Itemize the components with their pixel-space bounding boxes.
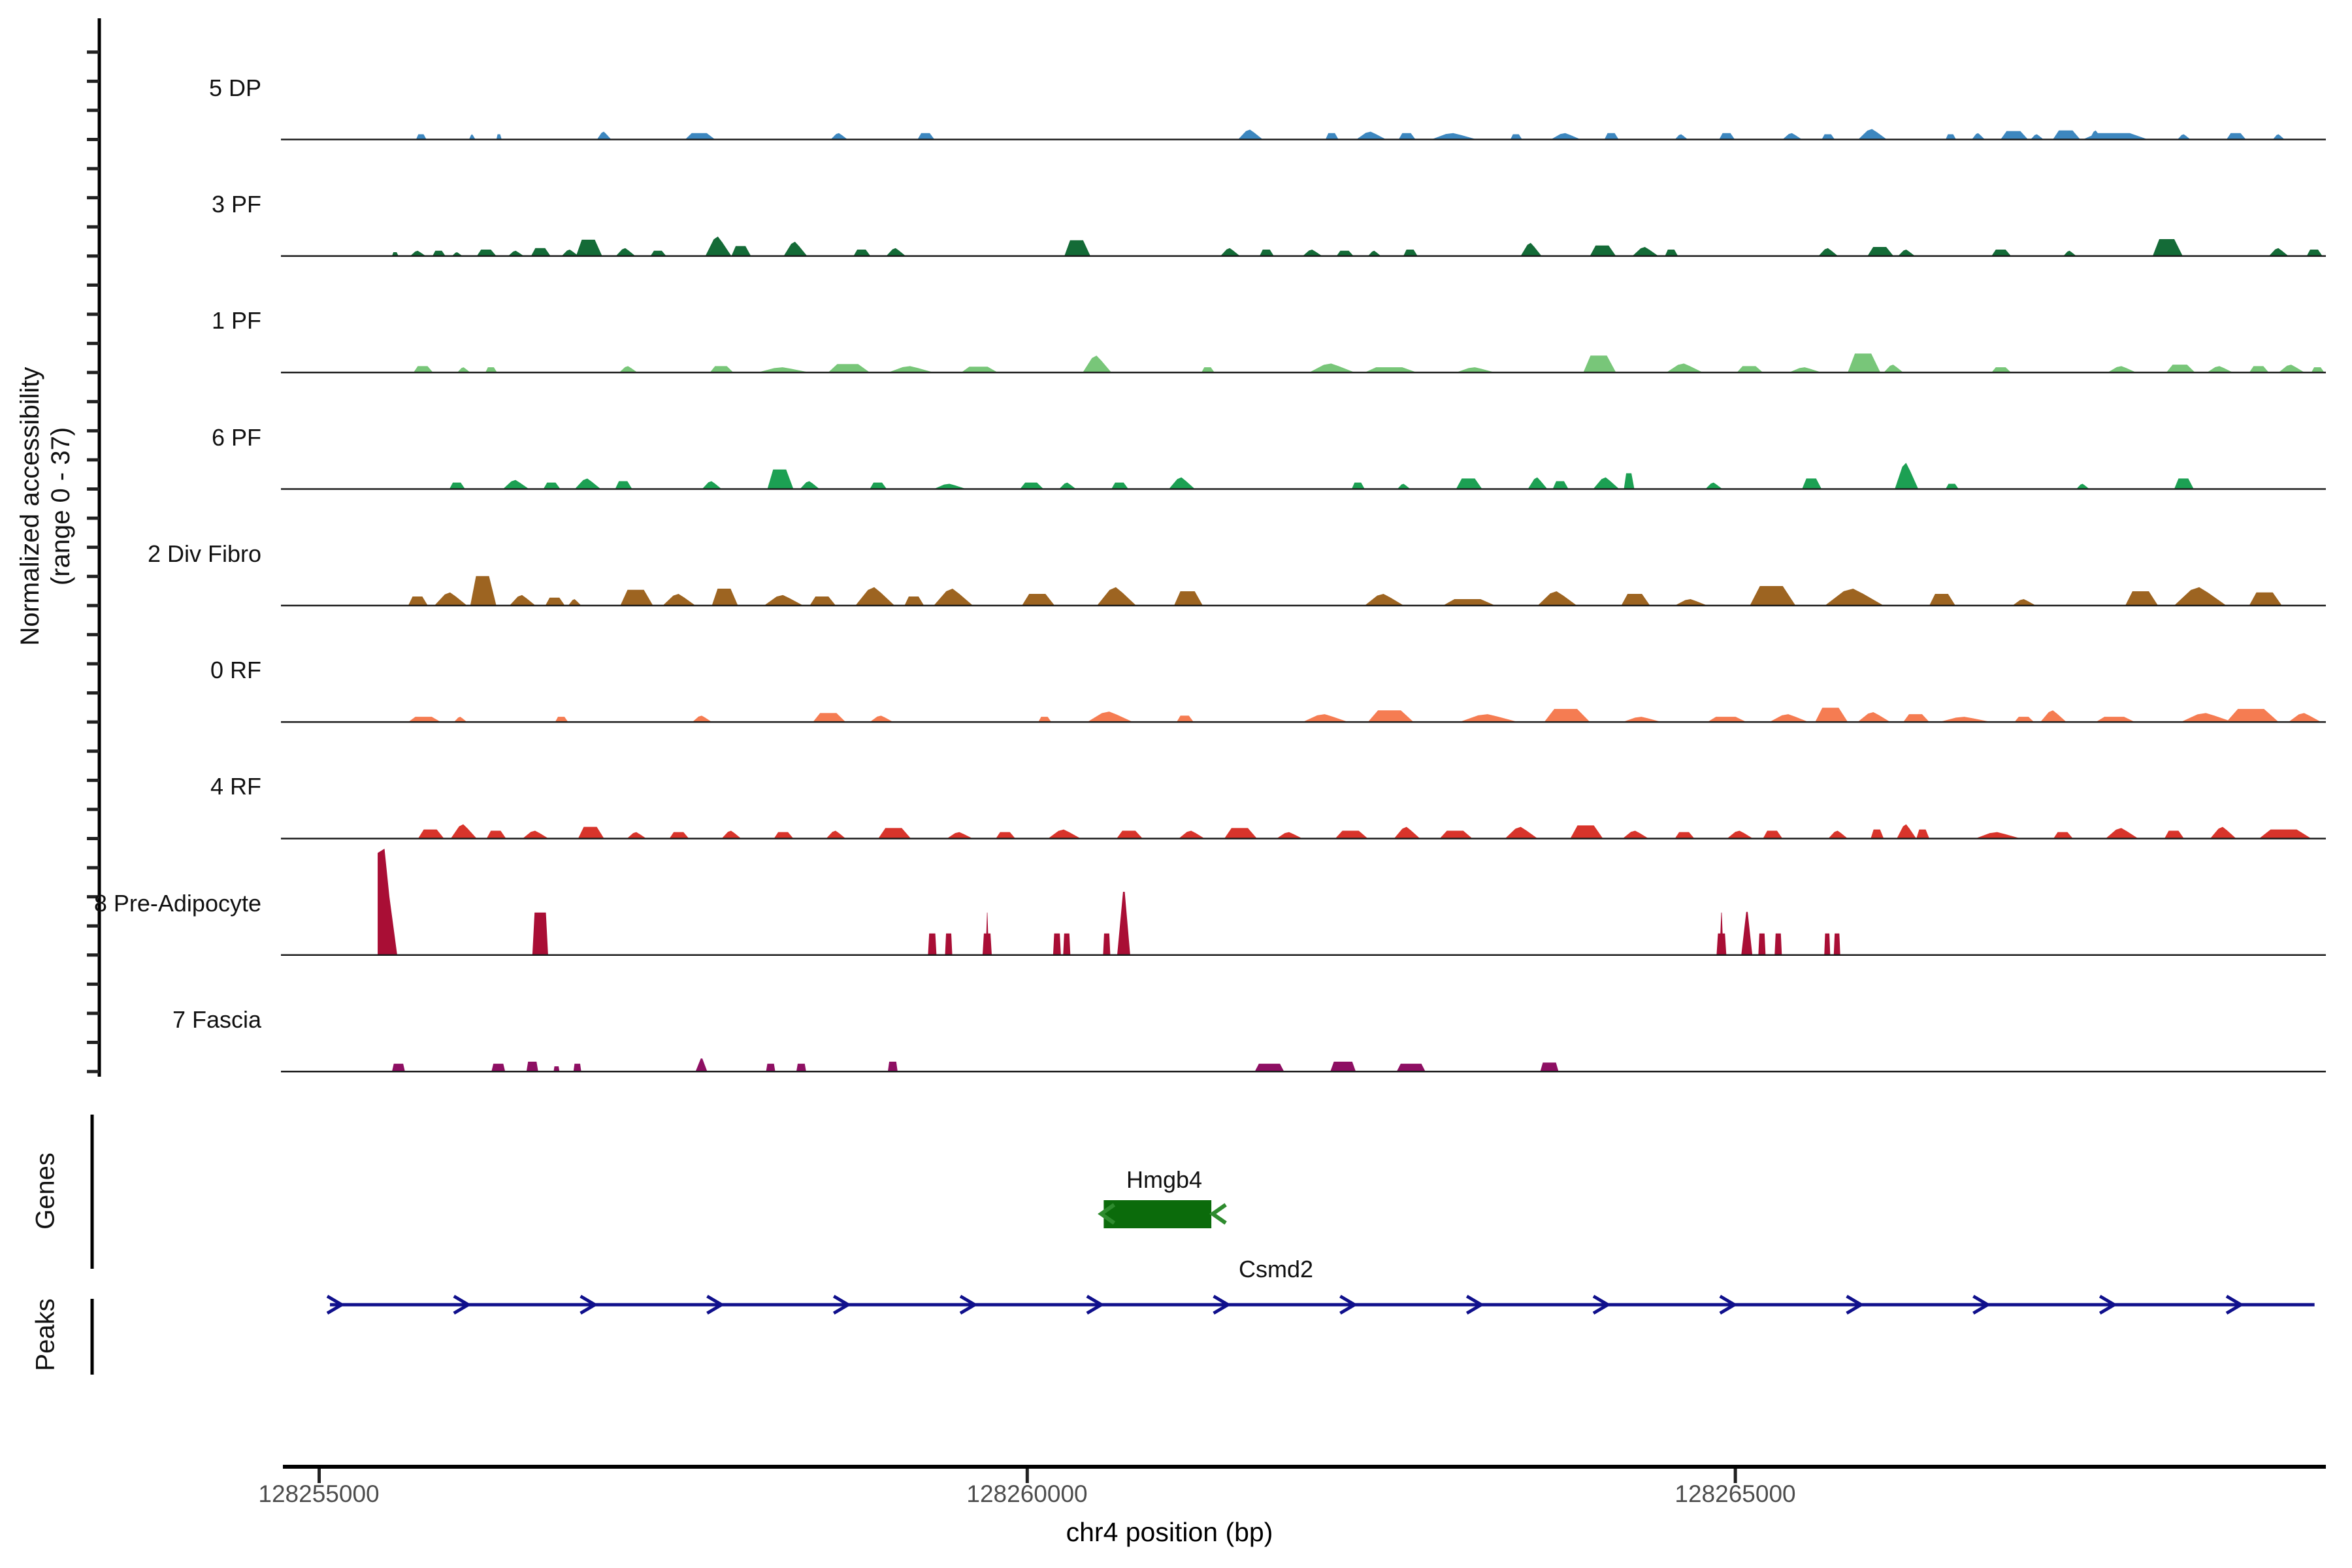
y-axis-label-line2: (range 0 - 37)	[46, 367, 76, 646]
peaks-section-label: Peaks	[30, 1298, 61, 1371]
track-label-0-rf: 0 RF	[210, 657, 261, 684]
coverage-area-6-pf	[449, 463, 2194, 489]
track-label-6-pf: 6 PF	[212, 424, 261, 451]
track-label-8-pre-adipocyte: 8 Pre-Adipocyte	[94, 890, 261, 917]
y-axis-label: Normalized accessibility (range 0 - 37)	[15, 367, 76, 646]
genome-browser-figure: Normalized accessibility (range 0 - 37) …	[0, 0, 2352, 1568]
track-label-7-fascia: 7 Fascia	[172, 1006, 261, 1034]
coverage-area-5-dp	[416, 129, 2285, 139]
coverage-area-4-rf	[418, 825, 2311, 839]
track-label-3-pf: 3 PF	[212, 191, 261, 218]
track-label-5-dp: 5 DP	[209, 74, 261, 102]
gene-label-hmgb4: Hmgb4	[1126, 1166, 1202, 1194]
track-label-2-div-fibro: 2 Div Fibro	[148, 540, 261, 568]
track-label-1-pf: 1 PF	[212, 307, 261, 335]
coverage-area-8-pre-adipocyte	[378, 849, 1840, 955]
coverage-area-2-div-fibro	[408, 576, 2282, 606]
plot-canvas	[0, 0, 2352, 1568]
gene-label-csmd2: Csmd2	[1239, 1256, 1313, 1283]
coverage-area-3-pf	[392, 237, 2323, 256]
coverage-area-1-pf	[414, 353, 2325, 372]
x-tick-128260000: 128260000	[966, 1480, 1087, 1508]
x-tick-128265000: 128265000	[1674, 1480, 1795, 1508]
coverage-area-7-fascia	[392, 1058, 1559, 1071]
gene-body-hmgb4	[1103, 1200, 1211, 1228]
y-axis-label-line1: Normalized accessibility	[15, 367, 46, 646]
gene-strand-arrow-hmgb4	[1213, 1205, 1226, 1223]
x-tick-128255000: 128255000	[258, 1480, 379, 1508]
track-label-4-rf: 4 RF	[210, 773, 261, 800]
coverage-area-0-rf	[408, 708, 2321, 722]
x-axis-title: chr4 position (bp)	[1066, 1517, 1273, 1548]
genes-section-label: Genes	[30, 1152, 61, 1230]
